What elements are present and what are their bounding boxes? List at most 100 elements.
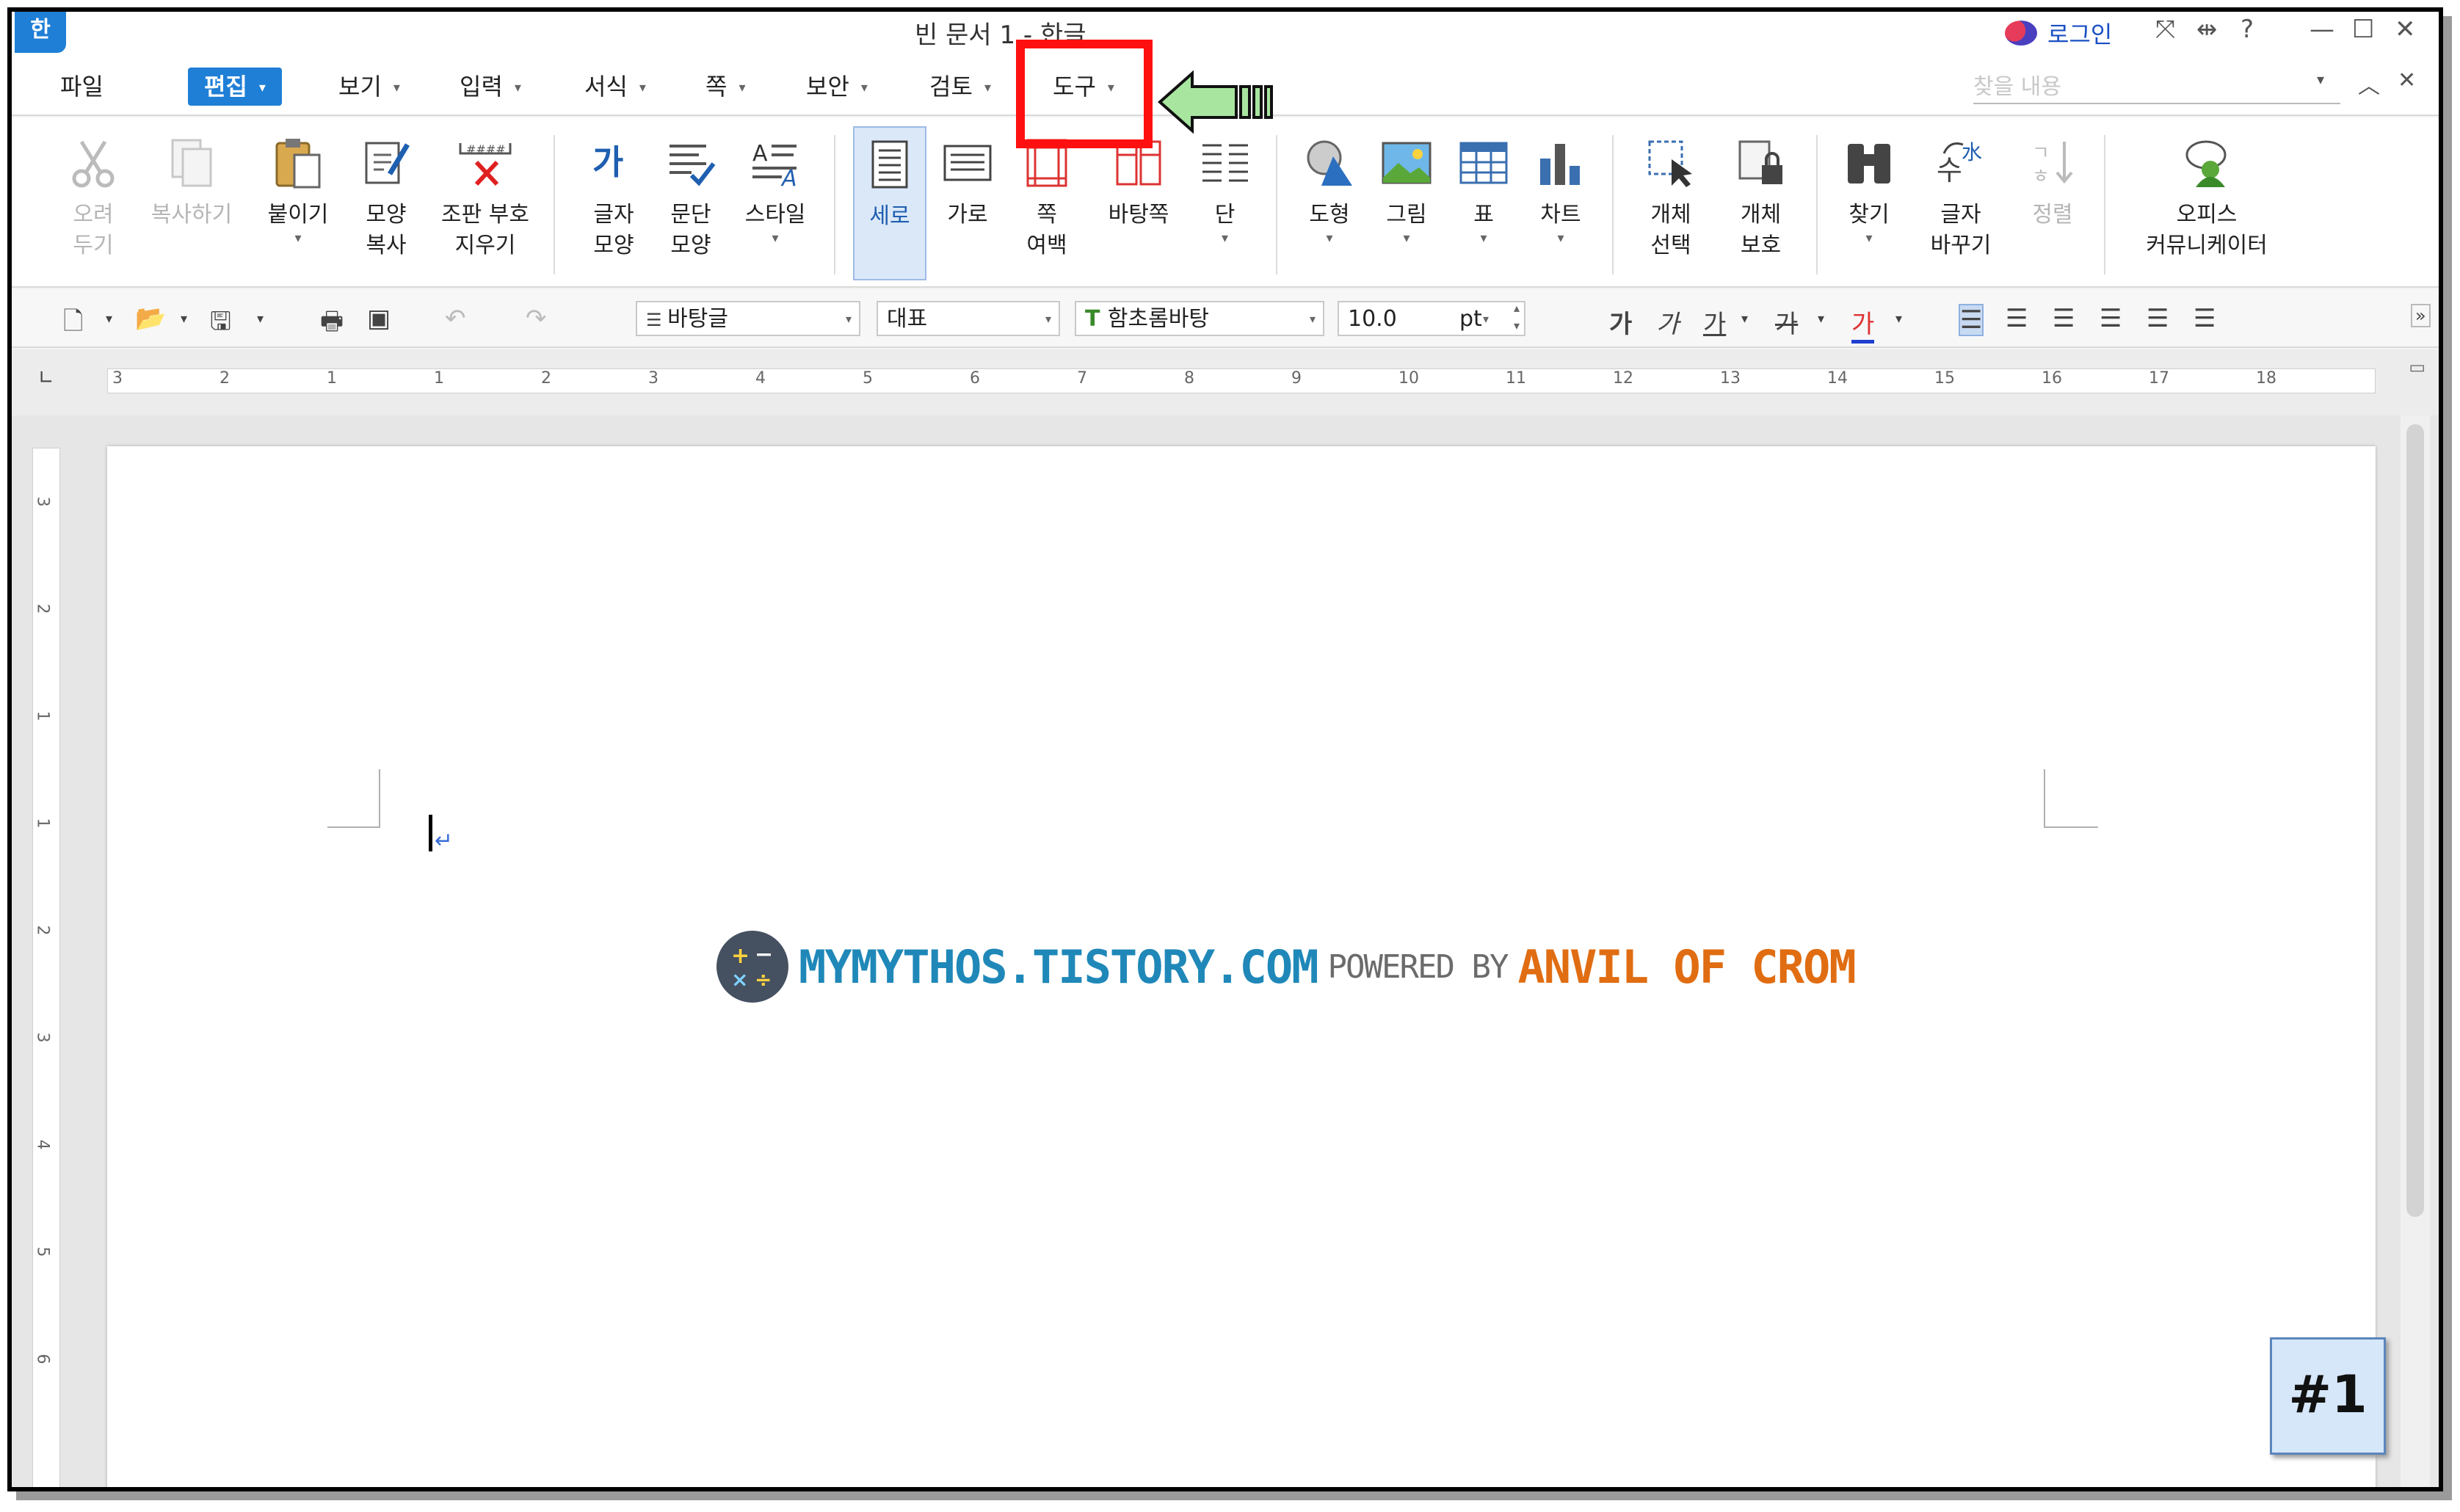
underline-button[interactable]: 가 [1703,304,1726,340]
open-folder-icon[interactable]: 📂 [135,304,166,333]
protect-object-button[interactable]: 개체 보호 [1719,126,1803,280]
paste-button[interactable]: 붙이기 ▾ [254,126,342,280]
strikethrough-button[interactable]: 가 [1775,304,1798,340]
char-shape-button[interactable]: 가 글자 모양 [577,126,650,280]
font-type-icon: T [1085,306,1108,332]
chevron-down-icon[interactable]: ▾ [257,311,264,327]
menu-page[interactable]: 쪽 ▾ [705,68,746,106]
copy-button[interactable]: 복사하기 [140,126,243,280]
chevron-down-icon[interactable]: ▾ [1818,311,1824,327]
menu-file[interactable]: 파일 [60,68,104,106]
tab-type-icon[interactable]: ∟ [38,367,54,389]
pin-icon[interactable]: ⇹ [2196,15,2218,44]
chevron-down-icon[interactable]: ▾ [1895,311,1902,327]
ruler-mark: 11 [1506,369,1526,388]
svg-text:×: × [731,967,748,992]
office-communicator-button[interactable]: 오피스 커뮤니케이터 [2126,126,2287,280]
app-window: 한 빈 문서 1 - 한글 로그인 ⤧ ⇹ ? — ☐ ✕ 파일 편집 ▾ 보기 ▾… [7,7,2443,1491]
chevron-down-icon[interactable]: ▾ [106,311,112,327]
select-object-button[interactable]: 개체 선택 [1630,126,1711,280]
chevron-down-icon: ▾ [1221,230,1229,246]
undo-icon[interactable]: ↶ [445,304,466,333]
chevron-down-icon[interactable]: ▾ [1741,311,1748,327]
ruler-mark: 2 [541,369,551,388]
vertical-ruler[interactable]: 3 2 1 1 2 3 4 5 6 [32,448,60,1487]
document-page[interactable]: ↵ + − × ÷ MYMYTHOS.TISTORY.COM POWERED BY A… [107,446,2376,1487]
ruler-area: ∟ 3 2 1 1 2 3 4 5 6 7 8 9 10 11 12 13 14 15 16 17 18 ▭ [12,349,2439,415]
fullscreen-icon[interactable]: ⤧ [2155,15,2175,44]
ruler-mark: 9 [1291,369,1302,388]
collapse-ribbon-icon[interactable]: ︿ [2358,68,2380,100]
chart-button[interactable]: 차트 ▾ [1524,126,1597,280]
menu-format[interactable]: 서식 ▾ [584,68,646,106]
table-button[interactable]: 표 ▾ [1447,126,1520,280]
app-icon[interactable]: 한 [15,12,66,53]
shape-button[interactable]: 도형 ▾ [1293,126,1366,280]
align-distribute-icon[interactable]: ☰ [2147,304,2169,333]
clear-markup-button[interactable]: #### 조판 부호 지우기 [430,126,540,280]
picture-button[interactable]: 그림 ▾ [1370,126,1443,280]
help-icon[interactable]: ? [2241,15,2254,44]
chevron-down-icon: ▾ [860,80,868,95]
ruler-mark: 4 [755,369,766,388]
style-icon: AA [731,126,819,200]
align-justify-icon[interactable]: ☰ [1959,304,1984,336]
menu-edit[interactable]: 편집 ▾ [188,68,282,106]
chevron-down-icon: ▾ [1480,230,1487,246]
master-page-button[interactable]: 바탕쪽 [1091,126,1186,280]
para-shape-button[interactable]: 문단 모양 [654,126,728,280]
redo-icon[interactable]: ↷ [526,304,547,333]
svg-text:÷: ÷ [755,967,772,992]
italic-button[interactable]: 가 [1656,304,1679,340]
font-color-button[interactable]: 가 [1851,304,1875,344]
toolbar-expand-icon[interactable]: » [2411,304,2431,327]
new-document-icon[interactable]: 🗋 [63,304,83,346]
align-left-icon[interactable]: ☰ [2006,304,2028,333]
find-button[interactable]: 찾기 ▾ [1832,126,1906,280]
language-select[interactable]: 대표 ▾ [877,301,1060,336]
menu-view[interactable]: 보기 ▾ [338,68,400,106]
page-margin-button[interactable]: 쪽 여백 [1010,126,1084,280]
minimize-icon[interactable]: — [2310,15,2334,44]
find-input[interactable]: 찾을 내용 [1973,70,2340,104]
binoculars-icon [1832,126,1906,200]
scissors-icon [53,126,134,200]
scrollbar-thumb[interactable] [2406,424,2424,1217]
align-right-icon[interactable]: ☰ [2100,304,2122,333]
close-doc-icon[interactable]: ✕ [2398,68,2416,93]
menu-security[interactable]: 보안 ▾ [806,68,868,106]
menu-insert[interactable]: 입력 ▾ [460,68,521,106]
columns-button[interactable]: 단 ▾ [1190,126,1260,280]
font-size-input[interactable]: 10.0 pt ▾ ▴ ▾ [1338,301,1525,336]
align-divide-icon[interactable]: ☰ [2194,304,2216,333]
chevron-down-icon: ▾ [294,230,302,246]
save-icon[interactable]: 🖫 [210,304,231,346]
horizontal-ruler[interactable]: 3 2 1 1 2 3 4 5 6 7 8 9 10 11 12 13 14 15 16 17 18 [107,368,2376,393]
menu-review[interactable]: 검토 ▾ [929,68,991,106]
format-painter-button[interactable]: 모양 복사 [346,126,427,280]
split-view-icon[interactable]: ▭ [2409,357,2425,377]
landscape-icon [931,126,1004,200]
svg-text:가: 가 [592,142,623,182]
style-button[interactable]: AA 스타일 ▾ [731,126,819,280]
font-select[interactable]: T 함초롬바탕 ▾ [1075,301,1324,336]
chevron-down-icon: ▾ [1557,230,1564,246]
cut-button[interactable]: 오려 두기 [53,126,134,280]
maximize-icon[interactable]: ☐ [2352,15,2374,44]
print-preview-icon[interactable]: ▣ [367,304,391,333]
login-button[interactable]: 로그인 [2005,16,2112,50]
align-center-icon[interactable]: ☰ [2053,304,2075,333]
sort-button[interactable]: ㄱㅎ 정렬 [2016,126,2089,280]
find-dropdown-icon[interactable]: ▾ [2317,70,2324,88]
size-stepper-icon[interactable]: ▴ ▾ [1514,299,1520,335]
chevron-down-icon[interactable]: ▾ [181,311,187,327]
landscape-button[interactable]: 가로 [931,126,1004,280]
print-icon[interactable]: 🖶 [320,304,344,346]
vertical-scrollbar[interactable] [2401,415,2430,1487]
svg-text:A: A [752,141,768,167]
style-select[interactable]: ☰ 바탕글 ▾ [636,301,860,336]
portrait-button[interactable]: 세로 [853,126,926,280]
close-icon[interactable]: ✕ [2395,15,2416,44]
bold-button[interactable]: 가 [1609,304,1632,340]
replace-char-button[interactable]: 수水 글자 바꾸기 [1913,126,2009,280]
